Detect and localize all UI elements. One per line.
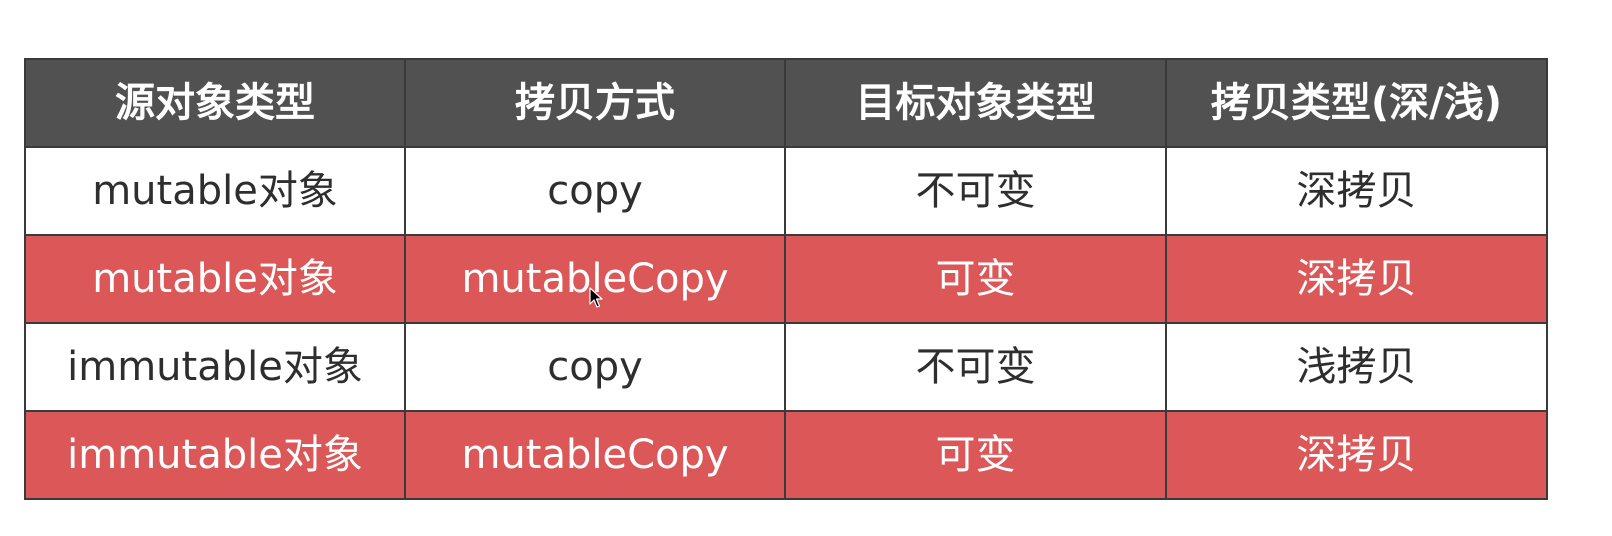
cell-copy-method: copy (404, 146, 786, 236)
header-copy-kind: 拷贝类型(深/浅) (1165, 58, 1548, 148)
cell-copy-kind: 深拷贝 (1165, 234, 1548, 324)
cell-target-type: 可变 (784, 410, 1167, 500)
cell-source-type: immutable对象 (24, 322, 406, 412)
cell-copy-method: mutableCopy (404, 234, 786, 324)
cell-copy-kind: 深拷贝 (1165, 146, 1548, 236)
cell-source-type: mutable对象 (24, 234, 406, 324)
header-target-type: 目标对象类型 (784, 58, 1167, 148)
mouse-pointer-icon (589, 287, 603, 308)
copy-rules-table: 源对象类型 拷贝方式 目标对象类型 拷贝类型(深/浅) mutable对象 co… (24, 58, 1548, 500)
cell-target-type: 不可变 (784, 146, 1167, 236)
table-row: immutable对象 mutableCopy 可变 深拷贝 (24, 410, 1548, 500)
table-row: immutable对象 copy 不可变 浅拷贝 (24, 322, 1548, 412)
table-row: mutable对象 copy 不可变 深拷贝 (24, 146, 1548, 236)
cell-source-type: immutable对象 (24, 410, 406, 500)
cell-copy-kind: 浅拷贝 (1165, 322, 1548, 412)
slide-page: 源对象类型 拷贝方式 目标对象类型 拷贝类型(深/浅) mutable对象 co… (0, 0, 1612, 536)
cell-copy-method: copy (404, 322, 786, 412)
header-source-type: 源对象类型 (24, 58, 406, 148)
cell-target-type: 可变 (784, 234, 1167, 324)
table-row: mutable对象 mutableCopy 可变 深拷贝 (24, 234, 1548, 324)
header-copy-method: 拷贝方式 (404, 58, 786, 148)
cell-source-type: mutable对象 (24, 146, 406, 236)
cell-target-type: 不可变 (784, 322, 1167, 412)
cell-copy-kind: 深拷贝 (1165, 410, 1548, 500)
table-header-row: 源对象类型 拷贝方式 目标对象类型 拷贝类型(深/浅) (24, 58, 1548, 148)
cell-copy-method: mutableCopy (404, 410, 786, 500)
